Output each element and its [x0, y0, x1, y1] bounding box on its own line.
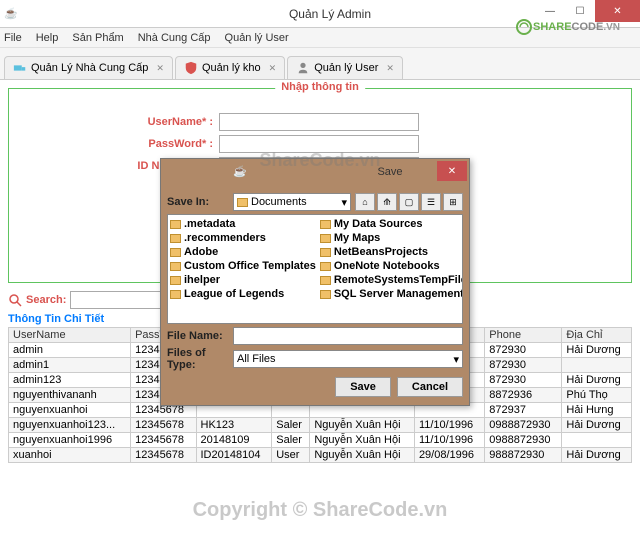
tab-nhacungcap[interactable]: Quản Lý Nhà Cung Cấp✕ [4, 56, 173, 79]
logo: SHARECODE.VN [515, 18, 620, 36]
file-item[interactable]: Adobe [170, 245, 316, 259]
folder-icon [320, 220, 331, 229]
username-input[interactable] [219, 113, 419, 131]
column-header[interactable]: UserName [9, 328, 131, 343]
savein-label: Save In: [167, 196, 229, 208]
user-icon [296, 61, 310, 75]
home-button[interactable]: ⟰ [377, 193, 397, 211]
folder-icon [170, 290, 181, 299]
folder-icon [320, 262, 331, 271]
tabbar: Quản Lý Nhà Cung Cấp✕ Quản lý kho✕ Quản … [0, 48, 640, 80]
truck-icon [13, 61, 27, 75]
newfolder-button[interactable]: ▢ [399, 193, 419, 211]
tab-user[interactable]: Quản lý User✕ [287, 56, 403, 79]
folder-icon [170, 220, 181, 229]
password-input[interactable] [219, 135, 419, 153]
filetype-dropdown[interactable]: All Files ▾ [233, 350, 463, 368]
tab-close-icon[interactable]: ✕ [156, 63, 164, 74]
java-icon [165, 165, 315, 179]
filename-label: File Name: [167, 330, 229, 342]
folder-icon [170, 262, 181, 271]
search-icon [8, 293, 22, 307]
savein-dropdown[interactable]: Documents ▾ [233, 193, 351, 211]
java-icon [4, 7, 18, 21]
folder-icon [320, 276, 331, 285]
cancel-button[interactable]: Cancel [397, 377, 463, 397]
detail-view-button[interactable]: ⊞ [443, 193, 463, 211]
file-list[interactable]: .metadata.recommendersAdobeCustom Office… [167, 214, 463, 324]
folder-icon [170, 248, 181, 257]
table-row[interactable]: nguyenxuanhoi123...12345678HK123SalerNgu… [9, 418, 632, 433]
folder-icon [170, 234, 181, 243]
file-item[interactable]: OneNote Notebooks [320, 259, 463, 273]
folder-icon [320, 290, 331, 299]
folder-icon [320, 248, 331, 257]
save-dialog: Save ✕ Save In: Documents ▾ ⌂ ⟰ ▢ ☰ ⊞ .m… [160, 158, 470, 406]
file-item[interactable]: RemoteSystemsTempFiles [320, 273, 463, 287]
file-item[interactable]: My Data Sources [320, 217, 463, 231]
filetype-label: Files of Type: [167, 347, 229, 371]
file-item[interactable]: League of Legends [170, 287, 316, 301]
file-item[interactable]: My Maps [320, 231, 463, 245]
column-header[interactable]: Phone [485, 328, 562, 343]
menu-help[interactable]: Help [36, 32, 59, 44]
tab-close-icon[interactable]: ✕ [269, 63, 277, 74]
table-row[interactable]: xuanhoi12345678ID20148104UserNguyễn Xuân… [9, 448, 632, 463]
password-label: PassWord* : [19, 138, 219, 150]
file-item[interactable]: ihelper [170, 273, 316, 287]
up-button[interactable]: ⌂ [355, 193, 375, 211]
dialog-titlebar: Save ✕ [161, 159, 469, 185]
search-label: Search: [26, 294, 66, 306]
shield-icon [184, 61, 198, 75]
menu-quanlyuser[interactable]: Quản lý User [225, 32, 289, 44]
chevron-down-icon: ▾ [453, 353, 459, 366]
table-row[interactable]: nguyenxuanhoi19961234567820148109SalerNg… [9, 433, 632, 448]
tab-kho[interactable]: Quản lý kho✕ [175, 56, 285, 79]
save-button[interactable]: Save [335, 377, 391, 397]
tab-close-icon[interactable]: ✕ [386, 63, 394, 74]
column-header[interactable]: Địa Chỉ [562, 328, 632, 343]
folder-icon [237, 198, 248, 207]
folder-icon [320, 234, 331, 243]
list-view-button[interactable]: ☰ [421, 193, 441, 211]
dialog-close-button[interactable]: ✕ [437, 161, 467, 181]
file-item[interactable]: Custom Office Templates [170, 259, 316, 273]
menu-sanpham[interactable]: Sản Phẩm [72, 32, 123, 44]
username-label: UserName* : [19, 116, 219, 128]
filename-input[interactable] [233, 327, 463, 345]
file-item[interactable]: NetBeansProjects [320, 245, 463, 259]
fieldset-legend: Nhập thông tin [275, 81, 365, 93]
file-item[interactable]: SQL Server Management Studio [320, 287, 463, 301]
chevron-down-icon: ▾ [341, 196, 347, 209]
file-item[interactable]: .metadata [170, 217, 316, 231]
folder-icon [170, 276, 181, 285]
menu-nhacungcap[interactable]: Nhà Cung Cấp [138, 32, 211, 44]
file-item[interactable]: .recommenders [170, 231, 316, 245]
menu-file[interactable]: File [4, 32, 22, 44]
